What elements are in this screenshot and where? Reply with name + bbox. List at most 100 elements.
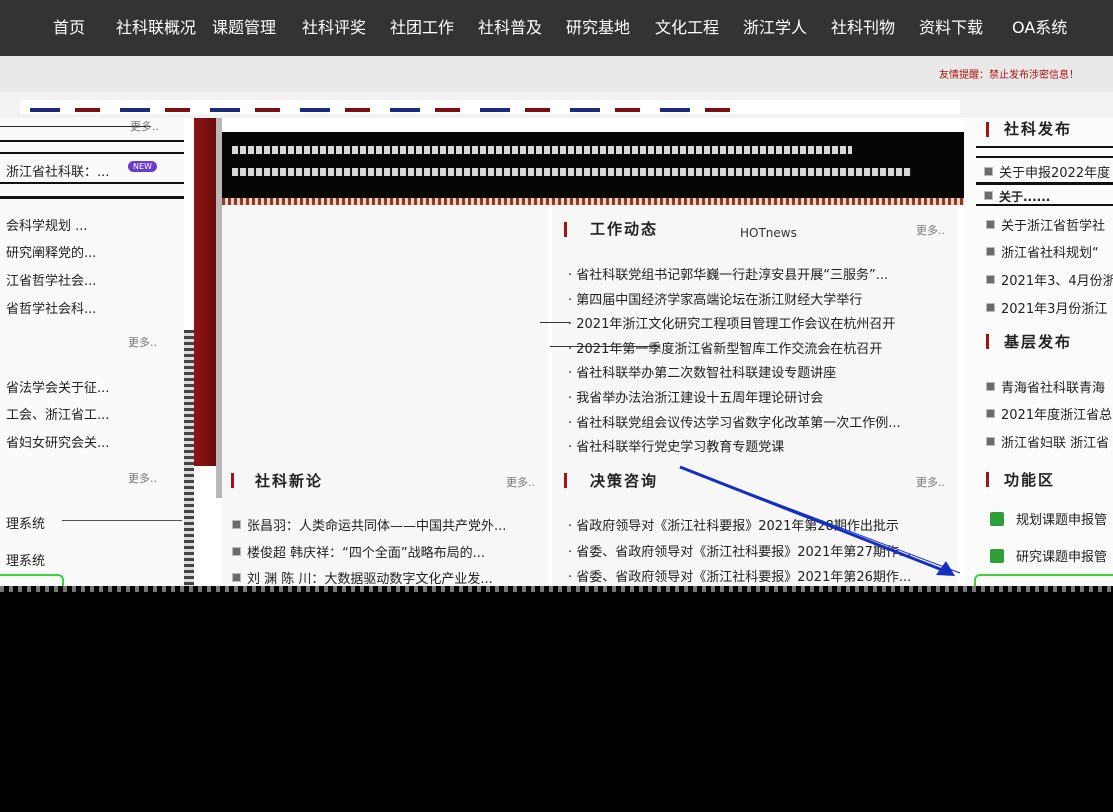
- left-divider-4: [0, 182, 184, 184]
- left-list1-item-0[interactable]: 会科学规划 ...: [6, 215, 176, 234]
- nav-journals[interactable]: 社科刊物: [831, 0, 895, 56]
- bullet-icon: [986, 303, 995, 312]
- right-list2-item-0-text: 青海省社科联青海: [1001, 381, 1106, 396]
- right-list1-item-3-text: 2021年3月份浙江: [1001, 302, 1108, 317]
- nav-popularization[interactable]: 社科普及: [478, 0, 542, 56]
- right-list1-item-0[interactable]: 关于浙江省哲学社: [986, 215, 1113, 234]
- xinlun-item-2[interactable]: 刘 渊 陈 川：大数据驱动数字文化产业发...: [232, 568, 544, 586]
- left-list2-item-1[interactable]: 工会、浙江省工...: [6, 404, 176, 423]
- nav-awards[interactable]: 社科评奖: [302, 0, 366, 56]
- right-title-2: 基层发布: [1004, 333, 1073, 351]
- nav-oa-system[interactable]: OA系统: [1012, 0, 1067, 56]
- right-divider-2: [976, 156, 1113, 158]
- left-more-3[interactable]: 更多..: [128, 470, 157, 486]
- left-scroll-texture: [184, 330, 194, 586]
- right-title1-bar: [986, 122, 989, 137]
- right-list2-item-1-text: 2021年度浙江省总: [1001, 408, 1113, 423]
- right-list1-item-1[interactable]: 浙江省社科规划“: [986, 242, 1113, 261]
- xinlun-item-1-text: 楼俊超 韩庆祥：“四个全面”战略布局的...: [247, 546, 485, 561]
- work-item-7[interactable]: · 省社科联举行党史学习教育专题党课: [568, 436, 956, 455]
- left-system-line: [62, 520, 182, 521]
- work-item-2[interactable]: · 2021年浙江文化研究工程项目管理工作会议在杭州召开: [568, 313, 956, 332]
- left-list1-item-1[interactable]: 研究阐释党的...: [6, 242, 176, 261]
- banner-text-line-2: [232, 168, 912, 176]
- work-item-2-text: 2021年浙江文化研究工程项目管理工作会议在杭州召开: [576, 317, 896, 332]
- left-list2-item-0[interactable]: 省法学会关于征...: [6, 377, 176, 396]
- nav-research-bases[interactable]: 研究基地: [566, 0, 630, 56]
- right-list1-item-2[interactable]: 2021年3、4月份浙: [986, 270, 1113, 289]
- func-item-0[interactable]: 规划课题申报管: [1016, 509, 1113, 528]
- work-item-6[interactable]: · 省社科联党组会议传达学习省数字化改革第一次工作例...: [568, 412, 956, 431]
- top-navigation-bar: 首页 社科联概况 课题管理 社科评奖 社团工作 社科普及 研究基地 文化工程 浙…: [0, 0, 1113, 56]
- cube-icon: [990, 512, 1004, 526]
- glitch-bottom-edge: [0, 586, 1113, 592]
- work-more[interactable]: 更多..: [916, 222, 945, 238]
- strike-mark-2: [550, 346, 660, 347]
- xinlun-item-2-text: 刘 渊 陈 川：大数据驱动数字文化产业发...: [247, 572, 493, 586]
- bullet-icon: [232, 520, 241, 529]
- right-title3-bar: [986, 472, 989, 487]
- bullet-icon: [232, 573, 241, 582]
- right-list1-item-1-text: 浙江省社科规划“: [1001, 246, 1099, 261]
- xinlun-title: 社科新论: [255, 472, 324, 490]
- left-list1-item-2[interactable]: 江省哲学社会...: [6, 270, 176, 289]
- black-unrendered-area: [0, 586, 1113, 812]
- work-item-1[interactable]: · 第四届中国经济学家高端论坛在浙江财经大学举行: [568, 289, 956, 308]
- black-banner: [222, 132, 964, 198]
- nav-culture-project[interactable]: 文化工程: [655, 0, 719, 56]
- left-list2-item-2[interactable]: 省妇女研究会关...: [6, 432, 176, 451]
- bullet-icon: [986, 409, 995, 418]
- left-list1-item-3[interactable]: 省哲学社会科...: [6, 298, 176, 317]
- left-divider-3: [0, 152, 184, 154]
- work-item-1-text: 第四届中国经济学家高端论坛在浙江财经大学举行: [576, 293, 863, 308]
- left-more-1[interactable]: 更多..: [130, 118, 159, 134]
- nav-downloads[interactable]: 资料下载: [919, 0, 983, 56]
- juece-title-bar: [564, 473, 567, 488]
- nav-associations[interactable]: 社团工作: [390, 0, 454, 56]
- bullet-icon: [986, 275, 995, 284]
- bullet-icon: [986, 382, 995, 391]
- work-item-4-text: 省社科联举办第二次数智社科联建设专题讲座: [576, 366, 837, 381]
- work-item-6-text: 省社科联党组会议传达学习省数字化改革第一次工作例...: [576, 416, 901, 431]
- xinlun-item-0[interactable]: 张昌羽：人类命运共同体——中国共产党外...: [232, 515, 544, 534]
- work-item-5-text: 我省举办法治浙江建设十五周年理论研讨会: [576, 391, 824, 406]
- work-item-5[interactable]: · 我省举办法治浙江建设十五周年理论研讨会: [568, 387, 956, 406]
- work-item-3-text: 2021年第一季度浙江省新型智库工作交流会在杭召开: [576, 342, 883, 357]
- right-list2-item-0[interactable]: 青海省社科联青海: [986, 377, 1113, 396]
- right-top-item-0-text: 关于申报2022年度: [999, 166, 1111, 181]
- left-system-link-1[interactable]: 理系统: [6, 550, 86, 569]
- strike-mark-1: [540, 322, 570, 323]
- right-green-frame: [974, 574, 1113, 586]
- right-list2-item-2[interactable]: 浙江省妇联 浙江省: [986, 432, 1113, 451]
- work-item-7-text: 省社科联举行党史学习教育专题党课: [576, 440, 785, 455]
- left-more-2[interactable]: 更多..: [128, 334, 157, 350]
- left-system-link-0[interactable]: 理系统: [6, 513, 66, 532]
- juece-title: 决策咨询: [590, 472, 659, 490]
- nav-project-management[interactable]: 课题管理: [212, 0, 276, 56]
- left-divider-5: [0, 196, 184, 199]
- bullet-icon: [986, 437, 995, 446]
- right-title-3: 功能区: [1004, 471, 1056, 489]
- left-green-frame: [0, 574, 64, 586]
- work-item-3[interactable]: · 2021年第一季度浙江省新型智库工作交流会在杭召开: [568, 338, 956, 357]
- xinlun-more[interactable]: 更多..: [506, 474, 535, 490]
- right-top-item-0[interactable]: 关于申报2022年度: [984, 162, 1113, 181]
- bullet-icon: [984, 167, 993, 176]
- bullet-icon: [232, 547, 241, 556]
- red-vertical-strip: [194, 118, 216, 466]
- arrow-annotation: [679, 465, 961, 576]
- work-item-0-text: 省社科联党组书记郭华巍一行赴淳安县开展“三服务”...: [576, 268, 889, 283]
- right-list1-item-3[interactable]: 2021年3月份浙江: [986, 298, 1113, 317]
- right-list2-item-1[interactable]: 2021年度浙江省总: [986, 404, 1113, 423]
- xinlun-item-1[interactable]: 楼俊超 韩庆祥：“四个全面”战略布局的...: [232, 542, 544, 561]
- right-divider-4: [976, 204, 1113, 206]
- work-item-0[interactable]: · 省社科联党组书记郭华巍一行赴淳安县开展“三服务”...: [568, 264, 956, 283]
- cube-icon: [990, 549, 1004, 563]
- right-top-item-1-text: 关于......: [999, 190, 1051, 204]
- nav-overview[interactable]: 社科联概况: [116, 0, 196, 56]
- nav-scholars[interactable]: 浙江学人: [743, 0, 807, 56]
- nav-home[interactable]: 首页: [53, 0, 85, 56]
- right-top-item-1[interactable]: 关于......: [984, 188, 1113, 205]
- work-item-4[interactable]: · 省社科联举办第二次数智社科联建设专题讲座: [568, 362, 956, 381]
- func-item-1[interactable]: 研究课题申报管: [1016, 546, 1113, 565]
